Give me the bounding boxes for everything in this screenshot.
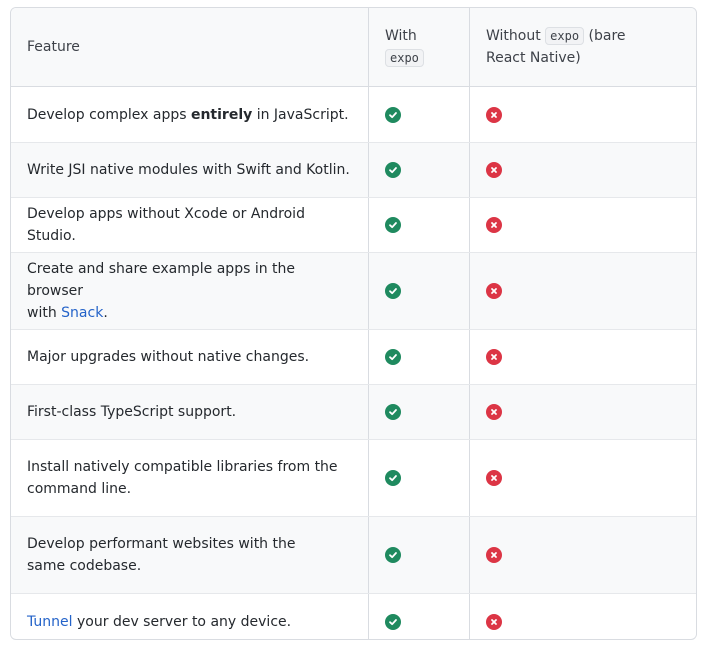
without-cell [470,385,696,439]
table-row: Develop complex apps entirely in JavaScr… [11,87,696,143]
with-cell [369,440,470,516]
check-circle-icon [385,404,401,420]
feature-text: Install natively compatible libraries fr… [27,459,338,475]
header-without: Without expo (bare React Native) [470,8,696,86]
table-row: Develop performant websites with the sam… [11,517,696,594]
feature-text: First-class TypeScript support. [27,404,237,420]
feature-cell: Write JSI native modules with Swift and … [11,143,369,197]
feature-text: . [103,305,108,321]
check-circle-icon [385,162,401,178]
header-with-code: expo [385,49,424,67]
check-circle-icon [385,349,401,365]
feature-text: same codebase. [27,558,142,574]
table-row: First-class TypeScript support. [11,385,696,440]
with-cell [369,517,470,593]
feature-cell: Develop complex apps entirely in JavaScr… [11,87,369,142]
feature-cell: Tunnel your dev server to any device. [11,594,369,639]
with-cell [369,87,470,142]
feature-text: Major upgrades without native changes. [27,349,310,365]
x-circle-icon [486,470,502,486]
snack-link[interactable]: Snack [61,305,103,321]
feature-text: command line. [27,481,132,497]
header-without-suffix: (bare [588,28,626,44]
x-circle-icon [486,349,502,365]
header-without-line2: React Native) [486,50,581,66]
table-row: Develop apps without Xcode or Android St… [11,198,696,253]
feature-cell: Develop performant websites with the sam… [11,517,369,593]
feature-text: with [27,305,62,321]
check-circle-icon [385,217,401,233]
without-cell [470,143,696,197]
x-circle-icon [486,547,502,563]
feature-text: Develop performant websites with the [27,536,296,552]
x-circle-icon [486,283,502,299]
feature-cell: Install natively compatible libraries fr… [11,440,369,516]
x-circle-icon [486,613,502,630]
table-row: Tunnel your dev server to any device. [11,594,696,639]
without-cell [470,87,696,142]
header-feature: Feature [11,8,369,86]
x-circle-icon [486,106,502,123]
header-without-code: expo [545,27,585,45]
table-row: Write JSI native modules with Swift and … [11,143,696,198]
without-cell [470,330,696,384]
without-cell [470,517,696,593]
feature-cell: First-class TypeScript support. [11,385,369,439]
check-circle-icon [385,613,401,630]
with-cell [369,330,470,384]
table-row: Install natively compatible libraries fr… [11,440,696,517]
with-cell [369,198,470,252]
feature-text: Create and share example apps in the bro… [27,261,296,299]
feature-cell: Develop apps without Xcode or Android St… [11,198,369,252]
feature-comparison-table: Feature With expo Without expo (bare Rea… [10,7,697,640]
feature-text: your dev server to any device. [72,613,292,630]
check-circle-icon [385,547,401,563]
feature-cell: Major upgrades without native changes. [11,330,369,384]
without-cell [470,198,696,252]
header-with-label: With [385,28,417,44]
with-cell [369,143,470,197]
tunnel-link[interactable]: Tunnel [27,614,73,630]
check-circle-icon [385,283,401,299]
table-row: Create and share example apps in the bro… [11,253,696,330]
header-with: With expo [369,8,470,86]
header-feature-label: Feature [27,39,80,55]
feature-text: Develop apps without Xcode or Android St… [27,206,305,244]
with-cell [369,385,470,439]
check-circle-icon [385,106,401,123]
x-circle-icon [486,162,502,178]
feature-text: Write JSI native modules with Swift and … [27,162,350,178]
check-circle-icon [385,470,401,486]
feature-text: in JavaScript. [252,106,349,123]
x-circle-icon [486,217,502,233]
table-header-row: Feature With expo Without expo (bare Rea… [11,8,696,87]
without-cell [470,594,696,639]
feature-cell: Create and share example apps in the bro… [11,253,369,329]
table-row: Major upgrades without native changes. [11,330,696,385]
with-cell [369,253,470,329]
without-cell [470,253,696,329]
feature-text: Develop complex apps [27,106,191,123]
x-circle-icon [486,404,502,420]
without-cell [470,440,696,516]
with-cell [369,594,470,639]
feature-emphasis: entirely [190,106,253,123]
header-without-label: Without [486,28,541,44]
